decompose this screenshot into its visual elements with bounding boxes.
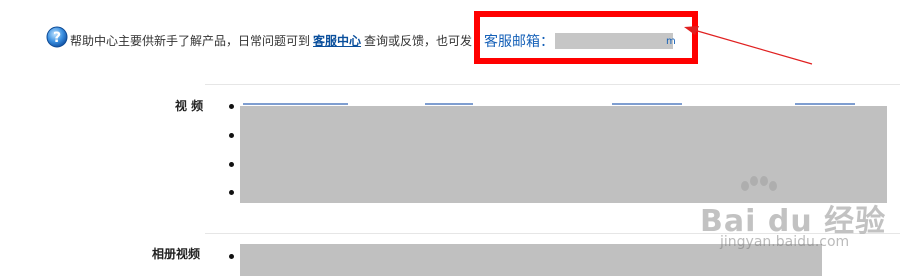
section-label-video: 视 频: [175, 99, 204, 113]
list-bullet: [229, 254, 234, 259]
video-link-partial[interactable]: [612, 103, 682, 105]
list-bullet: [229, 162, 234, 167]
list-bullet: [229, 190, 234, 195]
list-bullet: [229, 104, 234, 109]
video-link-partial[interactable]: [425, 103, 473, 105]
list-bullet: [229, 133, 234, 138]
section-label-album-video: 相册视频: [152, 247, 201, 261]
section-divider-top: [205, 84, 900, 85]
video-link-partial[interactable]: [795, 103, 855, 105]
video-list-redacted: [240, 106, 887, 203]
video-link-partial[interactable]: [243, 103, 348, 105]
watermark-url: jingyan.baidu.com: [720, 234, 850, 250]
